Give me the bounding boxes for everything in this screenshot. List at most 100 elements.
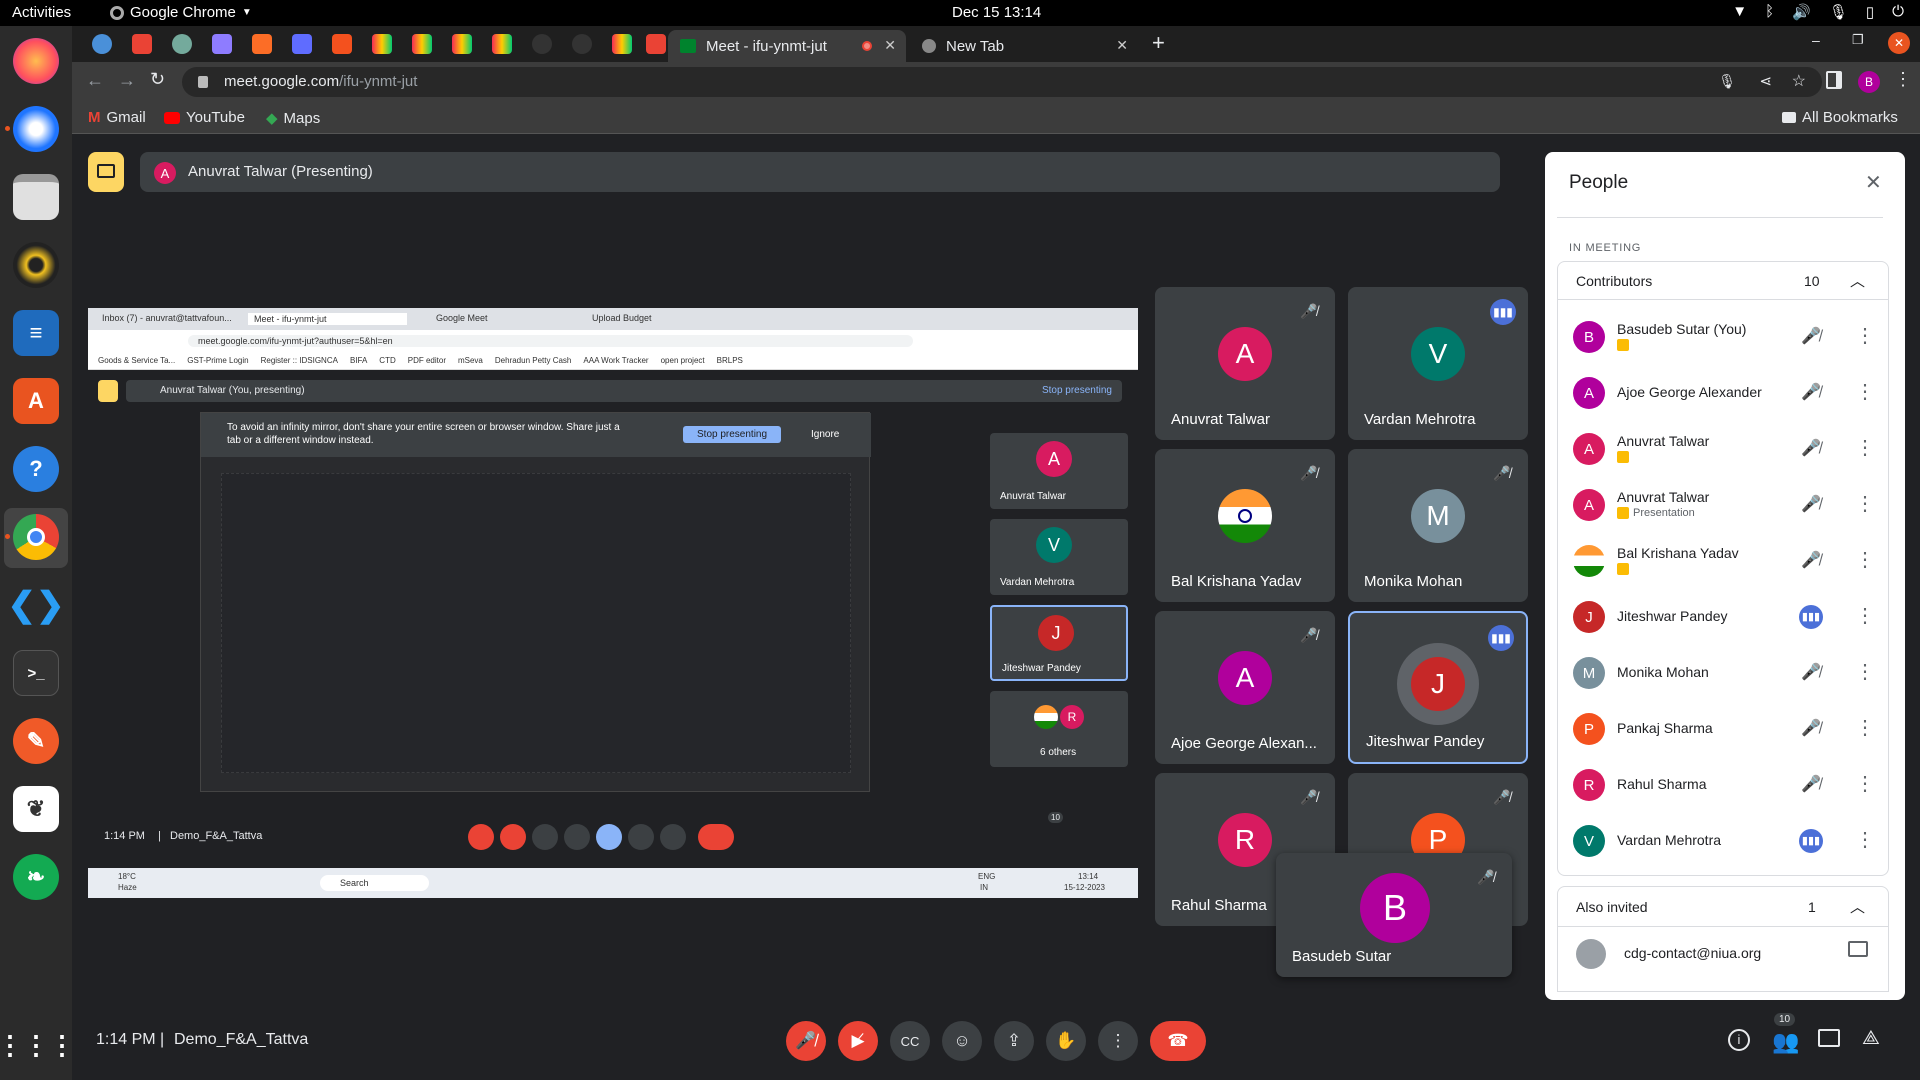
- monday-tab-icon[interactable]: [612, 34, 632, 54]
- tab-new-tab[interactable]: New Tab ✕: [910, 30, 1138, 62]
- app-menu[interactable]: Google Chrome ▼: [110, 4, 252, 21]
- participant-list-item[interactable]: A Anuvrat Talwar Presentation 🎤̸ ⋮: [1557, 481, 1883, 529]
- help-icon[interactable]: ?: [13, 446, 59, 492]
- monday-tab-icon[interactable]: [452, 34, 472, 54]
- more-options-button[interactable]: ⋮: [1098, 1021, 1138, 1061]
- profile-avatar[interactable]: B: [1858, 71, 1880, 93]
- monday-tab-icon[interactable]: [372, 34, 392, 54]
- vscode-icon[interactable]: ❮❯: [8, 582, 65, 628]
- address-bar[interactable]: meet.google.com/ifu-ynmt-jut 🎙 ⋖ ☆: [182, 67, 1822, 97]
- participant-list-item[interactable]: R Rahul Sharma 🎤̸ ⋮: [1557, 761, 1883, 809]
- more-options-icon[interactable]: ⋮: [1855, 379, 1875, 404]
- participant-tile-active-speaker[interactable]: ▮▮▮ J Jiteshwar Pandey: [1348, 611, 1528, 764]
- more-options-icon[interactable]: ⋮: [1855, 715, 1875, 740]
- participant-list-item[interactable]: V Vardan Mehrotra ▮▮▮ ⋮: [1557, 817, 1883, 865]
- software-center-icon[interactable]: A: [13, 378, 59, 424]
- mongodb-compass-icon[interactable]: ❧: [13, 854, 59, 900]
- reload-button[interactable]: ↻: [150, 69, 165, 90]
- gitlab-tab-icon[interactable]: [252, 34, 272, 54]
- chatgpt-tab-icon[interactable]: [172, 34, 192, 54]
- monday-tab-icon[interactable]: [492, 34, 512, 54]
- participant-list-item[interactable]: J Jiteshwar Pandey ▮▮▮ ⋮: [1557, 593, 1883, 641]
- back-button[interactable]: ←: [86, 70, 104, 91]
- more-options-icon[interactable]: ⋮: [1855, 603, 1875, 628]
- thunderbird-icon[interactable]: [13, 106, 59, 152]
- share-icon[interactable]: ⋖: [1759, 72, 1772, 90]
- drawing-app-icon[interactable]: ✎: [13, 718, 59, 764]
- tab-meet[interactable]: Meet - ifu-ynmt-jut ✕: [668, 30, 906, 62]
- close-window-button[interactable]: ✕: [1888, 32, 1910, 54]
- participant-list-item[interactable]: B Basudeb Sutar (You) 🎤̸ ⋮: [1557, 313, 1883, 361]
- microphone-off-button[interactable]: 🎤̸: [786, 1021, 826, 1061]
- self-view-tile[interactable]: 🎤̸ B Basudeb Sutar: [1276, 853, 1512, 977]
- pinned-tab-icon[interactable]: [92, 34, 112, 54]
- activities-button[interactable]: Activities: [12, 4, 71, 21]
- link-tab-icon[interactable]: [292, 34, 312, 54]
- files-icon[interactable]: [13, 174, 59, 220]
- people-button[interactable]: 👥 10: [1772, 1013, 1799, 1055]
- gemini-tab-icon[interactable]: [212, 34, 232, 54]
- system-tray[interactable]: ▼ ᛒ 🔊 🎙 ▯ ⏻: [1732, 3, 1904, 21]
- calc-tab-icon[interactable]: [332, 34, 352, 54]
- emoji-reaction-button[interactable]: ☺: [942, 1021, 982, 1061]
- new-tab-button[interactable]: +: [1152, 30, 1165, 56]
- bookmark-youtube[interactable]: YouTube: [164, 109, 245, 126]
- show-apps-icon[interactable]: ⋮⋮⋮: [0, 1022, 75, 1068]
- shared-screen[interactable]: Inbox (7) - anuvrat@tattvafoun... Meet -…: [88, 308, 1138, 898]
- participant-tile[interactable]: 🎤̸ M Monika Mohan: [1348, 449, 1528, 602]
- participant-list-item[interactable]: P Pankaj Sharma 🎤̸ ⋮: [1557, 705, 1883, 753]
- participant-tile[interactable]: 🎤̸ A Ajoe George Alexan...: [1155, 611, 1335, 764]
- participant-tile[interactable]: 🎤̸ A Anuvrat Talwar: [1155, 287, 1335, 440]
- contributors-header[interactable]: Contributors 10 ︿: [1558, 262, 1888, 300]
- participant-tile[interactable]: ▮▮▮ V Vardan Mehrotra: [1348, 287, 1528, 440]
- more-options-icon[interactable]: ⋮: [1855, 659, 1875, 684]
- participant-tile[interactable]: 🎤̸ Bal Krishana Yadav: [1155, 449, 1335, 602]
- firefox-icon[interactable]: [13, 38, 59, 84]
- leave-call-button[interactable]: ☎: [1150, 1021, 1206, 1061]
- more-options-icon[interactable]: ⋮: [1855, 547, 1875, 572]
- participant-list-item[interactable]: A Ajoe George Alexander 🎤̸ ⋮: [1557, 369, 1883, 417]
- camera-off-button[interactable]: ▶̸: [838, 1021, 878, 1061]
- gmail-tab-icon[interactable]: [646, 34, 666, 54]
- bookmark-gmail[interactable]: M Gmail: [88, 109, 146, 126]
- chrome-menu-icon[interactable]: ⋮: [1894, 69, 1912, 90]
- close-tab-icon[interactable]: ✕: [1116, 37, 1128, 54]
- more-options-icon[interactable]: ⋮: [1855, 435, 1875, 460]
- participant-list-item[interactable]: M Monika Mohan 🎤̸ ⋮: [1557, 649, 1883, 697]
- side-panel-icon[interactable]: [1826, 71, 1842, 89]
- participant-list-item[interactable]: A Anuvrat Talwar 🎤̸ ⋮: [1557, 425, 1883, 473]
- more-options-icon[interactable]: ⋮: [1855, 771, 1875, 796]
- close-icon[interactable]: ✕: [1865, 170, 1882, 195]
- restore-button[interactable]: ❐: [1852, 32, 1864, 48]
- participant-list-item[interactable]: Bal Krishana Yadav 🎤̸ ⋮: [1557, 537, 1883, 585]
- bookmark-star-icon[interactable]: ☆: [1792, 71, 1806, 91]
- present-now-button[interactable]: ⇪: [994, 1021, 1034, 1061]
- activities-icon[interactable]: ⟁: [1862, 1027, 1880, 1050]
- writer-icon[interactable]: ≡: [13, 310, 59, 356]
- chat-icon[interactable]: [1818, 1029, 1840, 1047]
- more-options-icon[interactable]: ⋮: [1855, 323, 1875, 348]
- minimize-button[interactable]: –: [1812, 32, 1820, 48]
- chrome-dock-icon[interactable]: [13, 514, 59, 560]
- message-icon[interactable]: [1848, 941, 1868, 957]
- forward-button[interactable]: →: [118, 70, 136, 91]
- captions-button[interactable]: CC: [890, 1021, 930, 1061]
- rhythmbox-icon[interactable]: [13, 242, 59, 288]
- github-tab-icon[interactable]: [532, 34, 552, 54]
- gmail-tab-icon[interactable]: [132, 34, 152, 54]
- github-tab-icon[interactable]: [572, 34, 592, 54]
- close-tab-icon[interactable]: ✕: [884, 37, 896, 54]
- meeting-details-icon[interactable]: i: [1728, 1029, 1750, 1051]
- raise-hand-button[interactable]: ✋: [1046, 1021, 1086, 1061]
- mic-icon[interactable]: 🎙: [1718, 73, 1736, 90]
- clock[interactable]: Dec 15 13:14: [952, 4, 1041, 21]
- presentation-toggle[interactable]: [88, 152, 124, 192]
- monday-tab-icon[interactable]: [412, 34, 432, 54]
- also-invited-header[interactable]: Also invited 1 ︿: [1558, 887, 1888, 927]
- all-bookmarks[interactable]: All Bookmarks: [1782, 109, 1898, 126]
- gnome-icon[interactable]: ❦: [13, 786, 59, 832]
- more-options-icon[interactable]: ⋮: [1855, 827, 1875, 852]
- terminal-icon[interactable]: >_: [13, 650, 59, 696]
- bookmark-maps[interactable]: ◆ Maps: [266, 109, 320, 128]
- more-options-icon[interactable]: ⋮: [1855, 491, 1875, 516]
